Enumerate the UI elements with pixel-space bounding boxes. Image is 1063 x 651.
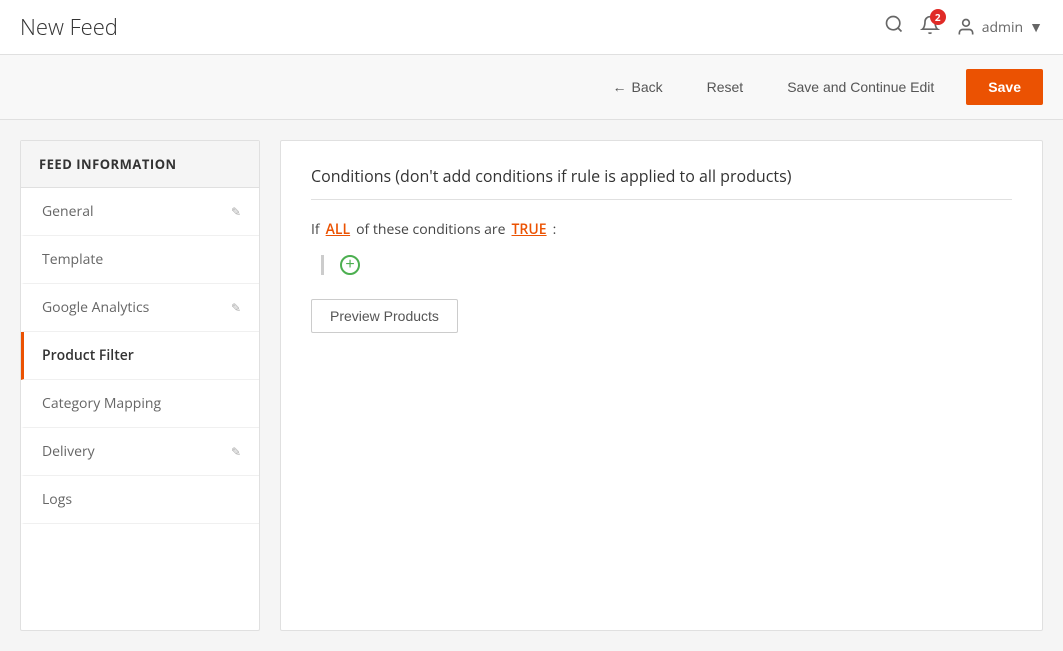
save-label: Save [988, 79, 1021, 95]
save-button[interactable]: Save [966, 69, 1043, 105]
preview-products-label: Preview Products [330, 308, 439, 324]
main-content: FEED INFORMATION General ✎ Template Goog… [0, 120, 1063, 651]
add-condition-button[interactable]: + [340, 255, 360, 275]
header-actions: 2 admin ▼ [884, 14, 1043, 40]
sidebar-item-logs[interactable]: Logs [21, 476, 259, 524]
save-continue-label: Save and Continue Edit [787, 79, 934, 95]
sidebar-item-delivery[interactable]: Delivery ✎ [21, 428, 259, 476]
sidebar-item-label-delivery: Delivery [42, 442, 95, 461]
sidebar-item-category-mapping[interactable]: Category Mapping [21, 380, 259, 428]
action-toolbar: ← Back Reset Save and Continue Edit Save [0, 55, 1063, 120]
reset-label: Reset [707, 79, 744, 95]
conditions-middle: of these conditions are [356, 220, 505, 239]
preview-products-button[interactable]: Preview Products [311, 299, 458, 333]
sidebar-item-label-general: General [42, 202, 94, 221]
sidebar-item-product-filter[interactable]: Product Filter [21, 332, 259, 380]
content-area: Conditions (don't add conditions if rule… [280, 140, 1043, 631]
sidebar-item-google-analytics[interactable]: Google Analytics ✎ [21, 284, 259, 332]
conditions-section-title: Conditions (don't add conditions if rule… [311, 165, 1012, 200]
sidebar: FEED INFORMATION General ✎ Template Goog… [20, 140, 260, 631]
top-header: New Feed 2 admin ▼ [0, 0, 1063, 55]
reset-button[interactable]: Reset [695, 71, 756, 103]
sidebar-item-label-category-mapping: Category Mapping [42, 394, 161, 413]
sidebar-item-template[interactable]: Template [21, 236, 259, 284]
edit-icon-general: ✎ [231, 203, 241, 220]
sidebar-item-label-logs: Logs [42, 490, 72, 509]
sidebar-item-label-template: Template [42, 250, 103, 269]
sidebar-item-label-product-filter: Product Filter [42, 346, 134, 365]
admin-username: admin [982, 18, 1023, 37]
notification-badge: 2 [930, 9, 946, 25]
conditions-colon: : [553, 220, 557, 239]
conditions-all[interactable]: ALL [326, 220, 350, 239]
admin-dropdown-icon: ▼ [1029, 18, 1043, 37]
search-icon[interactable] [884, 14, 904, 40]
back-label: Back [631, 79, 662, 95]
notification-bell[interactable]: 2 [920, 15, 940, 40]
sidebar-item-label-google-analytics: Google Analytics [42, 298, 149, 317]
edit-icon-google-analytics: ✎ [231, 299, 241, 316]
conditions-indent: + [321, 255, 1012, 275]
sidebar-section-title: FEED INFORMATION [21, 141, 259, 188]
edit-icon-delivery: ✎ [231, 443, 241, 460]
conditions-true[interactable]: TRUE [512, 220, 547, 239]
sidebar-item-general[interactable]: General ✎ [21, 188, 259, 236]
conditions-prefix: If [311, 220, 320, 239]
back-arrow-icon: ← [612, 79, 626, 95]
admin-user-menu[interactable]: admin ▼ [956, 17, 1043, 37]
conditions-row: If ALL of these conditions are TRUE : [311, 220, 1012, 239]
page-title: New Feed [20, 12, 118, 42]
back-button[interactable]: ← Back [600, 71, 674, 103]
save-continue-button[interactable]: Save and Continue Edit [775, 71, 946, 103]
